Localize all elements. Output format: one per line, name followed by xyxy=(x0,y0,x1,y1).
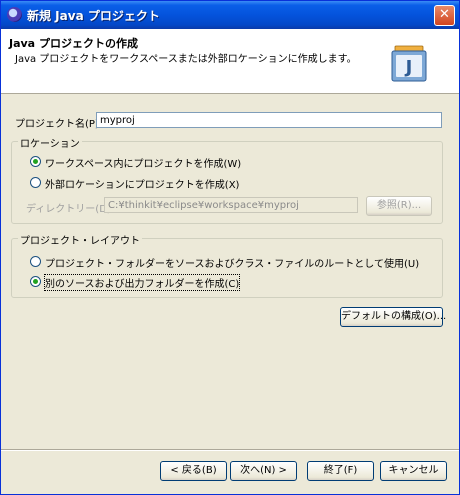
separate-folders-radio[interactable] xyxy=(30,276,41,287)
workspace-radio-label: ワークスペース内にプロジェクトを作成(W) xyxy=(45,159,242,170)
cancel-button[interactable]: キャンセル xyxy=(380,461,447,481)
page-description: Java プロジェクトをワークスペースまたは外部ロケーションに作成します。 xyxy=(15,54,357,65)
workspace-radio[interactable] xyxy=(30,156,41,167)
project-name-label: プロジェクト名(P): xyxy=(15,119,103,130)
configure-defaults-button[interactable]: デフォルトの構成(O)... xyxy=(340,307,446,327)
single-folder-radio-label: プロジェクト・フォルダーをソースおよびクラス・ファイルのルートとして使用(U) xyxy=(45,259,420,270)
page-title: Java プロジェクトの作成 xyxy=(9,37,138,50)
button-bar-separator xyxy=(1,449,459,451)
external-radio[interactable] xyxy=(30,177,41,188)
finish-button[interactable]: 終了(F) xyxy=(307,461,374,481)
separate-folders-radio-label: 別のソースおよび出力フォルダーを作成(C) xyxy=(43,274,241,291)
project-layout-group: プロジェクト・レイアウト プロジェクト・フォルダーをソースおよびクラス・ファイル… xyxy=(11,232,443,298)
close-button[interactable]: ✕ xyxy=(434,5,455,26)
location-group: ロケーション ワークスペース内にプロジェクトを作成(W) 外部ロケーションにプロ… xyxy=(11,135,443,224)
title-bar[interactable]: 新規 Java プロジェクト ✕ xyxy=(1,1,459,29)
java-project-wizard-icon: J xyxy=(391,45,427,82)
window-title: 新規 Java プロジェクト xyxy=(27,9,160,23)
wizard-header: Java プロジェクトの作成 Java プロジェクトをワークスペースまたは外部ロ… xyxy=(1,29,459,94)
java-letter: J xyxy=(404,57,413,78)
directory-label: ディレクトリー(D): xyxy=(26,204,115,215)
back-button[interactable]: < 戻る(B) xyxy=(160,461,227,481)
directory-input[interactable]: C:¥thinkit¥eclipse¥workspace¥myproj xyxy=(104,197,358,213)
project-name-input[interactable]: myproj xyxy=(96,112,442,128)
location-group-title: ロケーション xyxy=(18,135,82,150)
external-radio-label: 外部ロケーションにプロジェクトを作成(X) xyxy=(45,180,240,191)
layout-group-title: プロジェクト・レイアウト xyxy=(18,232,142,247)
single-folder-radio[interactable] xyxy=(30,256,41,267)
eclipse-icon xyxy=(7,7,22,22)
new-java-project-dialog: 新規 Java プロジェクト ✕ Java プロジェクトの作成 Java プロジ… xyxy=(0,0,460,495)
next-button[interactable]: 次へ(N) > xyxy=(230,461,297,481)
browse-button[interactable]: 参照(R)... xyxy=(366,196,432,216)
